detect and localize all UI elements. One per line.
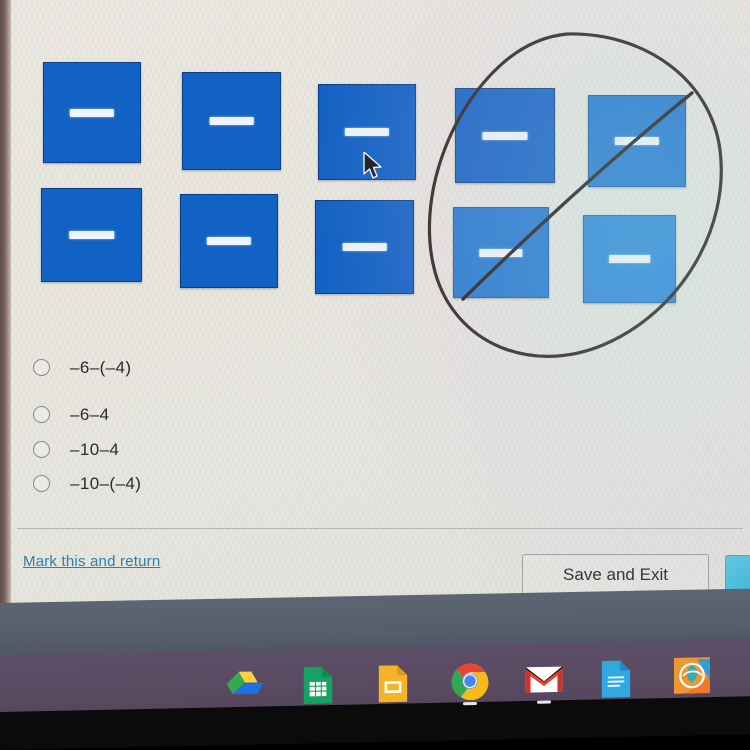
- negative-tile[interactable]: [180, 194, 278, 288]
- negative-tile-circled[interactable]: [583, 215, 676, 303]
- app-running-indicator: [463, 702, 477, 706]
- radio-button-b[interactable]: [33, 406, 50, 423]
- minus-sign-icon: [614, 137, 660, 145]
- answer-option-b[interactable]: –6–4: [11, 399, 431, 430]
- google-chrome-icon[interactable]: [451, 662, 489, 706]
- negative-tile[interactable]: [41, 188, 142, 282]
- negative-tile[interactable]: [315, 200, 414, 294]
- answer-option-b-label: –6–4: [70, 404, 110, 424]
- google-docs-icon[interactable]: [599, 659, 637, 698]
- minus-sign-icon: [209, 117, 254, 125]
- negative-tile[interactable]: [43, 62, 141, 163]
- minus-sign-icon: [344, 128, 390, 136]
- radio-button-a[interactable]: [33, 359, 50, 376]
- negative-tile-circled[interactable]: [453, 207, 549, 298]
- google-drive-icon[interactable]: [226, 666, 264, 705]
- minus-sign-icon: [479, 248, 523, 257]
- answer-option-d[interactable]: –10–(–4): [11, 468, 431, 499]
- minus-sign-icon: [68, 231, 115, 239]
- negative-tile-circled[interactable]: [588, 95, 686, 187]
- answer-option-d-label: –10–(–4): [70, 473, 142, 493]
- app-running-indicator: [537, 700, 551, 704]
- screen-bezel-left-edge: [0, 0, 11, 625]
- screen-photo: –6–(–4) –6–4 –10–4 –10–(–4) Mark this an…: [0, 0, 750, 750]
- answer-option-a-label: –6–(–4): [70, 357, 132, 377]
- quiz-page: –6–(–4) –6–4 –10–4 –10–(–4) Mark this an…: [11, 0, 750, 612]
- answer-option-a[interactable]: –6–(–4): [11, 352, 431, 383]
- answer-option-c-label: –10–4: [70, 439, 120, 459]
- minus-sign-icon: [342, 243, 387, 251]
- minus-sign-icon: [206, 237, 252, 245]
- google-sheets-icon[interactable]: [301, 665, 339, 704]
- radio-button-d[interactable]: [33, 475, 50, 492]
- edgenuity-icon[interactable]: [674, 657, 712, 696]
- google-slides-icon[interactable]: [376, 663, 414, 703]
- minus-sign-icon: [482, 131, 528, 140]
- minus-sign-icon: [608, 255, 651, 263]
- mark-this-and-return-link[interactable]: Mark this and return: [23, 553, 160, 570]
- minus-sign-icon: [69, 108, 115, 117]
- negative-tile-circled[interactable]: [455, 88, 555, 183]
- radio-button-c[interactable]: [33, 441, 50, 458]
- gmail-icon[interactable]: [525, 660, 563, 704]
- footer-divider: [17, 528, 743, 529]
- negative-tile[interactable]: [182, 72, 281, 170]
- answer-option-c[interactable]: –10–4: [11, 434, 431, 465]
- mouse-cursor-icon: [363, 152, 382, 179]
- answer-options-list: –6–(–4) –6–4 –10–4 –10–(–4): [11, 352, 431, 499]
